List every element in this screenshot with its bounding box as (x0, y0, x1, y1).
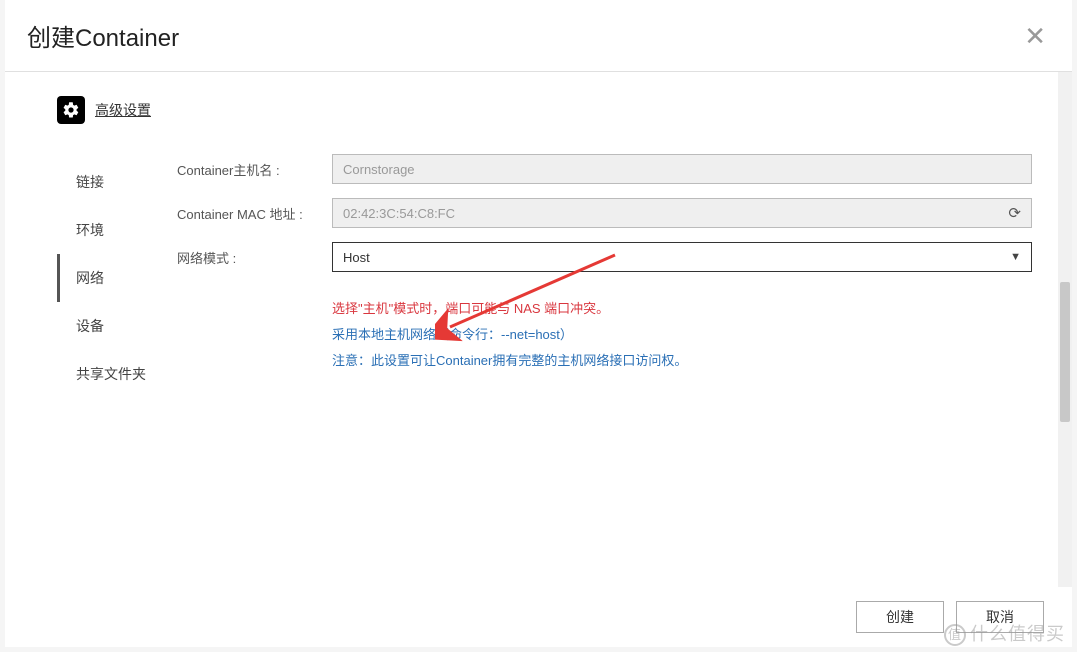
dialog-title: 创建Container (27, 18, 179, 53)
network-mode-value: Host (343, 250, 370, 265)
dialog-footer: 创建 取消 (5, 587, 1072, 647)
hostname-label: Container主机名 : (177, 160, 332, 179)
hostname-input[interactable]: Cornstorage (332, 154, 1032, 184)
chevron-down-icon: ▼ (1010, 251, 1021, 263)
mac-label: Container MAC 地址 : (177, 204, 332, 223)
tab-link[interactable]: 链接 (57, 158, 177, 206)
mac-input[interactable]: 02:42:3C:54:C8:FC ⟳ (332, 198, 1032, 228)
network-mode-label: 网络模式 : (177, 248, 332, 267)
dialog-header: 创建Container ✕ (5, 0, 1072, 72)
scroll-thumb[interactable] (1060, 282, 1070, 422)
note-warning: 选择"主机"模式时，端口可能与 NAS 端口冲突。 (332, 296, 1032, 322)
hostname-row: Container主机名 : Cornstorage (177, 154, 1032, 184)
cancel-button[interactable]: 取消 (956, 601, 1044, 633)
hostname-value: Cornstorage (343, 162, 415, 177)
note-info-2: 注意：此设置可让Container拥有完整的主机网络接口访问权。 (332, 348, 1032, 374)
advanced-settings-link[interactable]: 高级设置 (95, 100, 151, 120)
refresh-mac-icon[interactable]: ⟳ (1008, 204, 1021, 222)
content-area: 高级设置 链接 环境 网络 设备 共享文件夹 Container主机名 : Co… (5, 72, 1072, 587)
create-container-dialog: 创建Container ✕ 高级设置 链接 环境 网络 设备 共享文件夹 (5, 0, 1072, 647)
close-icon[interactable]: ✕ (1020, 23, 1050, 49)
scrollbar[interactable] (1058, 72, 1072, 587)
advanced-settings-row[interactable]: 高级设置 (57, 96, 1032, 124)
gear-icon (57, 96, 85, 124)
network-mode-select[interactable]: Host ▼ (332, 242, 1032, 272)
network-mode-row: 网络模式 : Host ▼ (177, 242, 1032, 272)
create-button[interactable]: 创建 (856, 601, 944, 633)
main-area: 链接 环境 网络 设备 共享文件夹 Container主机名 : Cornsto… (57, 152, 1032, 398)
tab-environment[interactable]: 环境 (57, 206, 177, 254)
network-form: Container主机名 : Cornstorage Container MAC… (177, 152, 1032, 398)
note-info-1: 采用本地主机网络（命令行：--net=host） (332, 322, 1032, 348)
dialog-body: 高级设置 链接 环境 网络 设备 共享文件夹 Container主机名 : Co… (5, 72, 1072, 587)
network-notes: 选择"主机"模式时，端口可能与 NAS 端口冲突。 采用本地主机网络（命令行：-… (332, 296, 1032, 374)
tab-device[interactable]: 设备 (57, 302, 177, 350)
mac-row: Container MAC 地址 : 02:42:3C:54:C8:FC ⟳ (177, 198, 1032, 228)
tab-network[interactable]: 网络 (57, 254, 177, 302)
tab-shared-folder[interactable]: 共享文件夹 (57, 350, 177, 398)
settings-tabs: 链接 环境 网络 设备 共享文件夹 (57, 152, 177, 398)
mac-value: 02:42:3C:54:C8:FC (343, 206, 455, 221)
